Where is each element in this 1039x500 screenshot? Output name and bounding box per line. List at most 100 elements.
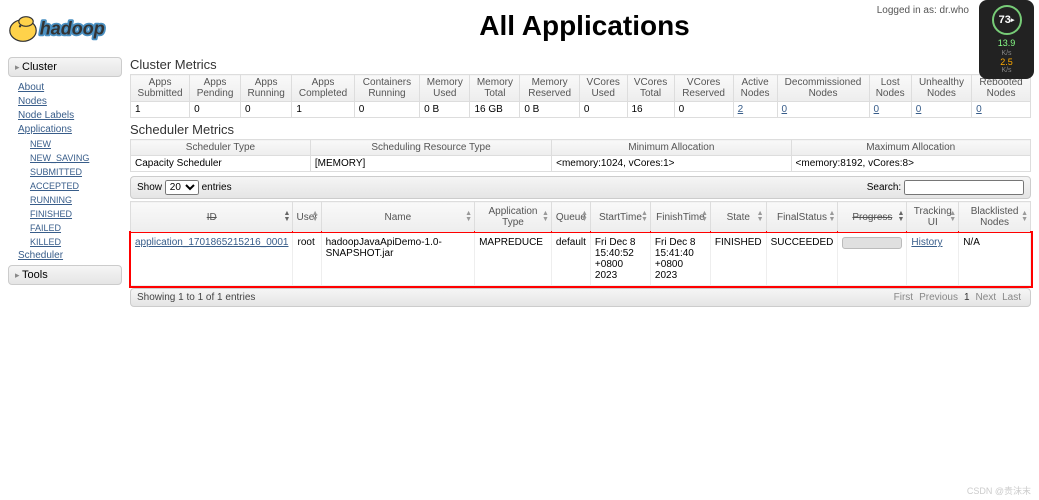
cell-blacklisted: N/A (959, 233, 1031, 286)
pager-first[interactable]: First (894, 292, 913, 303)
column-header[interactable]: Queue▲▼ (551, 202, 590, 233)
sched-header: Scheduler Type (131, 140, 311, 156)
column-header[interactable]: FinalStatus▲▼ (766, 202, 838, 233)
metric-header: Memory Total (470, 75, 520, 102)
metric-value[interactable]: 0 (777, 102, 869, 118)
column-header[interactable]: StartTime▲▼ (590, 202, 650, 233)
sched-header: Maximum Allocation (791, 140, 1030, 156)
metric-value: 0 B (420, 102, 470, 118)
tools-panel-head[interactable]: Tools (8, 265, 122, 285)
metric-value: 0 (579, 102, 627, 118)
nav-applications[interactable]: Applications (18, 123, 112, 137)
show-label: Show (137, 182, 162, 193)
metric-header: VCores Used (579, 75, 627, 102)
sched-value: Capacity Scheduler (131, 156, 311, 172)
sched-value: <memory:8192, vCores:8> (791, 156, 1030, 172)
cell-start: Fri Dec 8 15:40:52 +0800 2023 (590, 233, 650, 286)
metric-header: VCores Reserved (674, 75, 733, 102)
scheduler-metrics-title: Scheduler Metrics (130, 122, 1031, 137)
metric-value[interactable]: 2 (733, 102, 777, 118)
sched-value: <memory:1024, vCores:1> (552, 156, 791, 172)
login-status: Logged in as: dr.who (877, 5, 969, 16)
pager-last[interactable]: Last (1002, 292, 1021, 303)
nav-state-new[interactable]: NEW (30, 137, 112, 151)
column-header[interactable]: Application Type▲▼ (475, 202, 552, 233)
perf-widget: 73▸ 13.9K/s 2.5K/s (979, 0, 1034, 79)
search-label: Search: (867, 182, 901, 193)
metric-value: 1 (131, 102, 190, 118)
metric-value: 0 (240, 102, 291, 118)
page-length-select[interactable]: 20 (165, 180, 199, 195)
metric-header: Active Nodes (733, 75, 777, 102)
progress-bar (842, 237, 902, 249)
column-header[interactable]: Tracking UI▲▼ (907, 202, 959, 233)
scheduler-metrics-table: Scheduler TypeScheduling Resource TypeMi… (130, 139, 1031, 172)
column-header[interactable]: User▲▼ (293, 202, 321, 233)
cell-progress (838, 233, 907, 286)
nav-state-accepted[interactable]: ACCEPTED (30, 179, 112, 193)
cluster-metrics-table: Apps SubmittedApps PendingApps RunningAp… (130, 74, 1031, 118)
cell-finish: Fri Dec 8 15:41:40 +0800 2023 (650, 233, 710, 286)
app-id-link[interactable]: application_1701865215216_0001 (135, 237, 288, 248)
nav-nodes[interactable]: Nodes (18, 95, 112, 109)
cell-final: SUCCEEDED (766, 233, 838, 286)
cluster-panel-head[interactable]: Cluster (8, 57, 122, 77)
pager-1[interactable]: 1 (964, 292, 970, 303)
metric-value: 0 (354, 102, 419, 118)
nav-about[interactable]: About (18, 81, 112, 95)
column-header[interactable]: Blacklisted Nodes▲▼ (959, 202, 1031, 233)
sidebar: Cluster About Nodes Node Labels Applicat… (0, 55, 130, 307)
metric-value[interactable]: 0 (972, 102, 1031, 118)
metric-header: Memory Reserved (520, 75, 580, 102)
metric-value: 0 (674, 102, 733, 118)
nav-state-new-saving[interactable]: NEW_SAVING (30, 151, 112, 165)
hadoop-logo: hadoophadoop (0, 0, 130, 55)
sched-header: Minimum Allocation (552, 140, 791, 156)
metric-header: Apps Pending (190, 75, 241, 102)
nav-scheduler[interactable]: Scheduler (18, 249, 112, 263)
column-header[interactable]: Progress▲▼ (838, 202, 907, 233)
metric-header: VCores Total (627, 75, 674, 102)
cluster-metrics-title: Cluster Metrics (130, 57, 1031, 72)
entries-label: entries (202, 182, 232, 193)
metric-header: Lost Nodes (869, 75, 911, 102)
column-header[interactable]: FinishTime▲▼ (650, 202, 710, 233)
watermark: CSDN @贵沫末 (967, 484, 1031, 497)
metric-value: 1 (292, 102, 354, 118)
table-info: Showing 1 to 1 of 1 entries (137, 292, 255, 303)
nav-node-labels[interactable]: Node Labels (18, 109, 112, 123)
nav-state-killed[interactable]: KILLED (30, 235, 112, 249)
metric-value: 0 B (520, 102, 580, 118)
column-header[interactable]: Name▲▼ (321, 202, 474, 233)
nav-state-submitted[interactable]: SUBMITTED (30, 165, 112, 179)
column-header[interactable]: ID▲▼ (131, 202, 293, 233)
tracking-link[interactable]: History (911, 237, 942, 248)
metric-value[interactable]: 0 (911, 102, 971, 118)
pager-next[interactable]: Next (976, 292, 997, 303)
sched-header: Scheduling Resource Type (310, 140, 551, 156)
metric-value: 16 (627, 102, 674, 118)
search-input[interactable] (904, 180, 1024, 195)
svg-text:hadoop: hadoop (40, 19, 105, 39)
cell-state: FINISHED (710, 233, 766, 286)
nav-state-running[interactable]: RUNNING (30, 193, 112, 207)
cell-user: root (293, 233, 321, 286)
metric-header: Unhealthy Nodes (911, 75, 971, 102)
metric-value: 16 GB (470, 102, 520, 118)
cell-name: hadoopJavaApiDemo-1.0-SNAPSHOT.jar (321, 233, 474, 286)
cell-type: MAPREDUCE (475, 233, 552, 286)
metric-value[interactable]: 0 (869, 102, 911, 118)
applications-table: ID▲▼User▲▼Name▲▼Application Type▲▼Queue▲… (130, 201, 1031, 286)
metric-header: Memory Used (420, 75, 470, 102)
table-row: application_1701865215216_0001 root hado… (131, 233, 1031, 286)
sched-value: [MEMORY] (310, 156, 551, 172)
metric-header: Apps Submitted (131, 75, 190, 102)
pager-previous[interactable]: Previous (919, 292, 958, 303)
metric-value: 0 (190, 102, 241, 118)
metric-header: Apps Completed (292, 75, 354, 102)
nav-state-failed[interactable]: FAILED (30, 221, 112, 235)
datatable-controls: Show 20 entries Search: (130, 176, 1031, 199)
cell-queue: default (551, 233, 590, 286)
nav-state-finished[interactable]: FINISHED (30, 207, 112, 221)
column-header[interactable]: State▲▼ (710, 202, 766, 233)
